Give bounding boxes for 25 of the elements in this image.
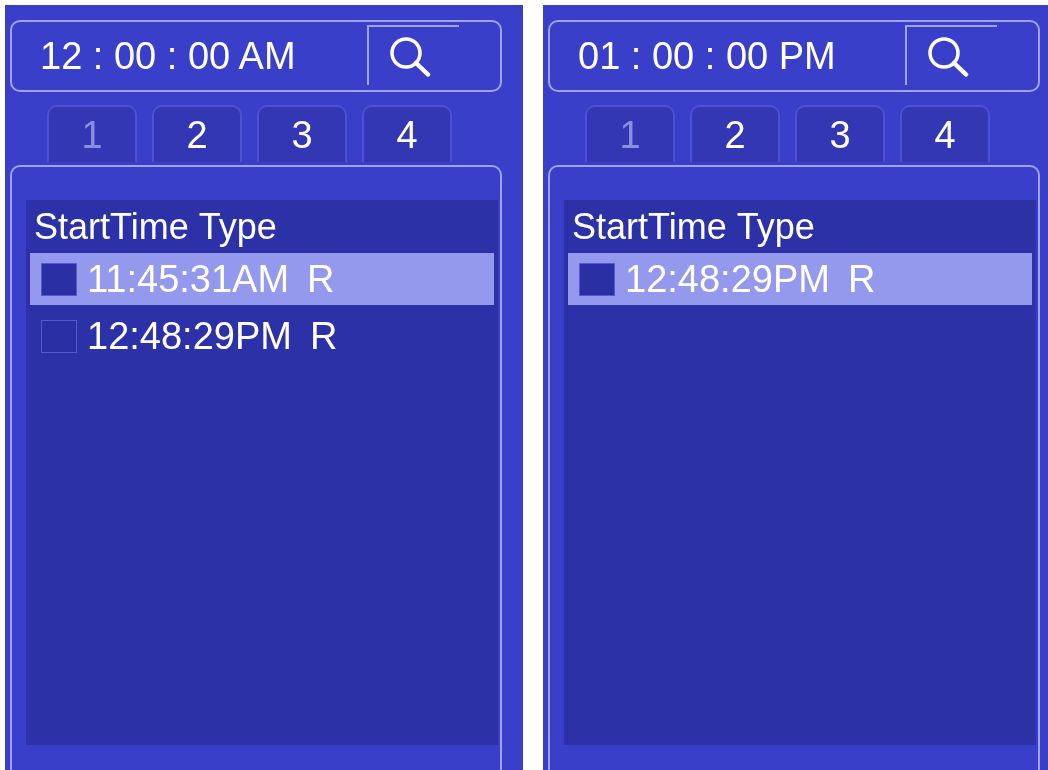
search-icon — [925, 35, 969, 77]
column-header: StartTime — [34, 209, 189, 245]
search-button[interactable] — [367, 25, 459, 85]
type-cell: R — [309, 317, 338, 355]
start-time-cell: 12:48:29PM — [87, 317, 292, 355]
start-time-cell: 11:45:31AM — [87, 260, 290, 298]
channel-tab[interactable]: 2 — [690, 105, 780, 162]
channel-tab[interactable]: 3 — [257, 105, 347, 162]
channel-tab[interactable]: 4 — [900, 105, 990, 162]
channel-tab[interactable]: 4 — [362, 105, 452, 162]
column-header: Type — [736, 209, 815, 245]
column-header: StartTime — [572, 209, 727, 245]
time-field[interactable]: 12 : 00 : 00 AM — [40, 37, 296, 75]
checkbox[interactable] — [41, 262, 77, 296]
type-cell: R — [307, 260, 335, 298]
checkbox[interactable] — [579, 262, 615, 296]
checkbox[interactable] — [41, 319, 77, 353]
search-button[interactable] — [905, 25, 997, 85]
search-icon — [387, 35, 431, 77]
channel-tab[interactable]: 2 — [152, 105, 242, 162]
start-time-cell: 12:48:29PM — [625, 260, 830, 298]
type-cell: R — [847, 260, 876, 298]
channel-tab[interactable]: 3 — [795, 105, 885, 162]
column-header: Type — [198, 209, 277, 245]
time-field[interactable]: 01 : 00 : 00 PM — [578, 37, 836, 75]
